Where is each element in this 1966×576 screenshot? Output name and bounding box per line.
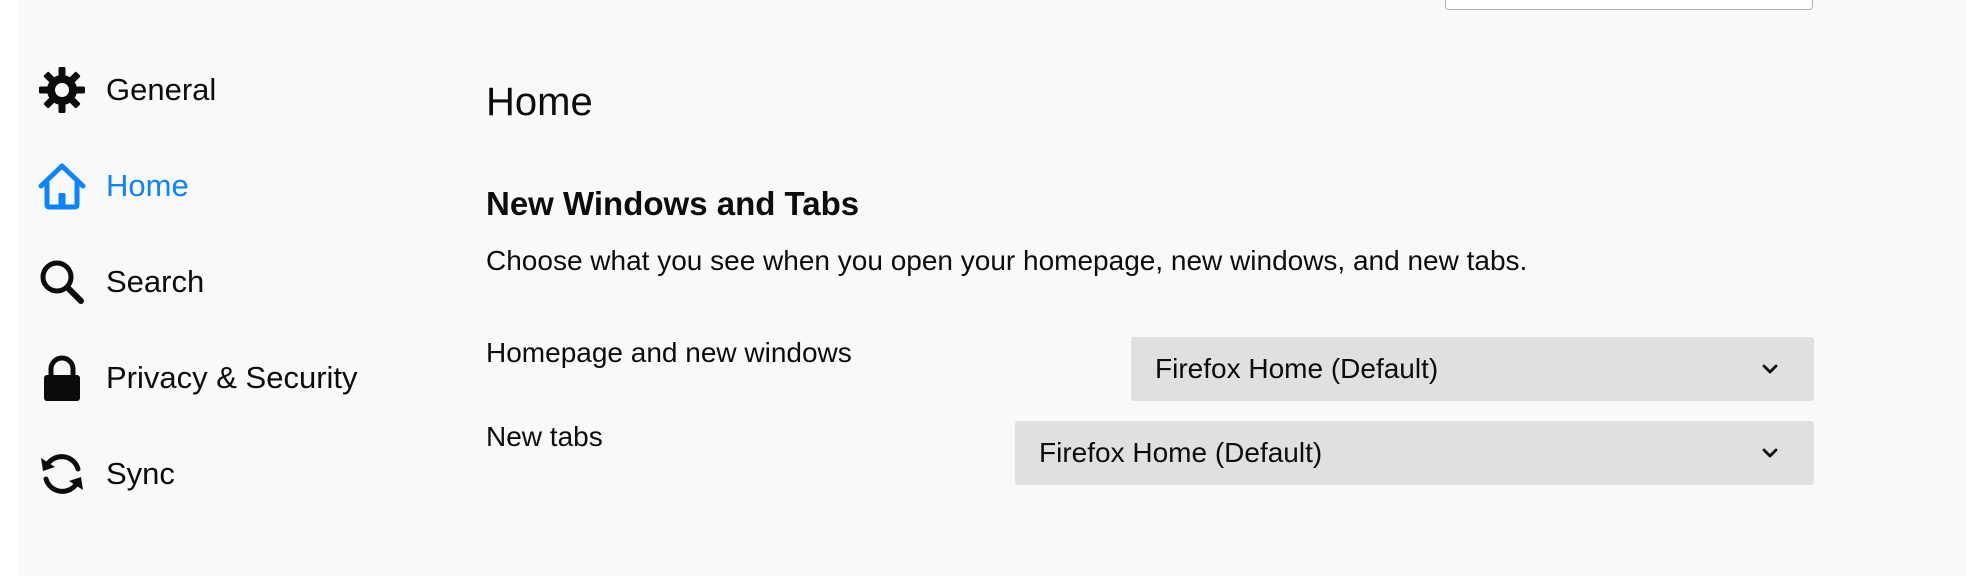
homepage-dropdown[interactable]: Firefox Home (Default): [1131, 337, 1814, 401]
dropdown-value: Firefox Home (Default): [1155, 353, 1439, 384]
sidebar-item-label: Home: [106, 168, 189, 203]
lock-icon: [38, 354, 86, 402]
sync-icon: [38, 450, 86, 498]
home-icon: [38, 162, 86, 210]
chevron-down-icon: [1762, 364, 1778, 374]
dropdown-value: Firefox Home (Default): [1039, 437, 1323, 468]
sidebar-item-search[interactable]: Search: [38, 258, 458, 306]
sidebar-item-privacy-security[interactable]: Privacy & Security: [38, 354, 458, 402]
chevron-down-icon: [1762, 448, 1778, 458]
section-description: Choose what you see when you open your h…: [486, 245, 1528, 276]
sidebar-item-home[interactable]: Home: [38, 162, 458, 210]
window-edge: [0, 0, 18, 576]
sidebar-item-label: General: [106, 72, 217, 107]
sidebar-item-general[interactable]: General: [38, 66, 458, 114]
sidebar-item-label: Privacy & Security: [106, 360, 358, 395]
sidebar-item-label: Sync: [106, 456, 175, 491]
sidebar-item-label: Search: [106, 264, 205, 299]
find-in-options-input[interactable]: [1445, 0, 1813, 10]
homepage-label: Homepage and new windows: [486, 337, 852, 368]
search-icon: [38, 258, 86, 306]
gear-icon: [38, 66, 86, 114]
section-title: New Windows and Tabs: [486, 185, 860, 222]
page-title: Home: [486, 80, 593, 124]
categories-sidebar: General Home Search Privacy & Security S…: [38, 66, 458, 498]
sidebar-item-sync[interactable]: Sync: [38, 450, 458, 498]
new-tabs-dropdown[interactable]: Firefox Home (Default): [1015, 421, 1814, 485]
new-tabs-label: New tabs: [486, 421, 603, 452]
